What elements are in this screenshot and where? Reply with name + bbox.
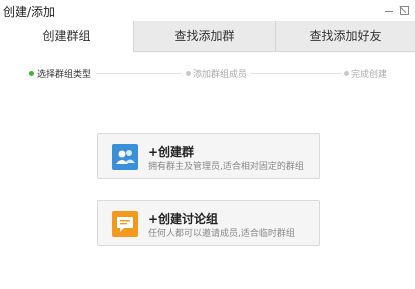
tab-find-group[interactable]: 查找添加群	[134, 21, 276, 51]
create-group-description: 拥有群主及管理员,适合相对固定的群组	[148, 162, 304, 172]
tab-bar: 创建群组 查找添加群 查找添加好友	[0, 21, 415, 52]
step-dot-active	[29, 71, 34, 76]
minimize-icon[interactable]	[383, 4, 395, 16]
create-discussion-title: +创建讨论组	[148, 212, 219, 226]
tab-find-friend[interactable]: 查找添加好友	[276, 21, 415, 51]
title-bar: 创建/添加	[0, 0, 415, 21]
step-select-type: 选择群组类型	[37, 70, 92, 80]
tab-create-group[interactable]: 创建群组	[0, 21, 134, 52]
step-indicator: 选择群组类型 添加群组成员 完成创建	[0, 67, 415, 81]
group-icon	[112, 144, 138, 170]
window-title: 创建/添加	[3, 5, 56, 19]
step-add-members: 添加群组成员	[193, 70, 248, 80]
create-group-button[interactable]: +创建群 拥有群主及管理员,适合相对固定的群组	[97, 133, 320, 179]
step-dot	[186, 71, 191, 76]
step-connector	[250, 73, 342, 74]
chat-icon	[112, 211, 138, 237]
step-dot	[344, 71, 349, 76]
step-finish: 完成创建	[351, 70, 388, 80]
create-group-title: +创建群	[148, 145, 195, 159]
create-discussion-button[interactable]: +创建讨论组 任何人都可以邀请成员,适合临时群组	[97, 200, 320, 246]
create-discussion-description: 任何人都可以邀请成员,适合临时群组	[148, 229, 295, 239]
step-connector	[96, 73, 182, 74]
maximize-icon[interactable]	[398, 4, 410, 16]
